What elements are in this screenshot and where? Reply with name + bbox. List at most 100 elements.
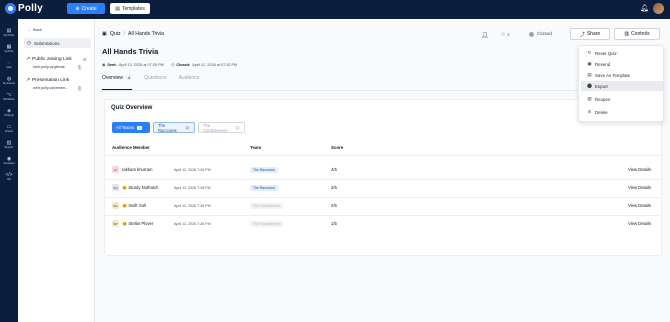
- quiz-icon: ▣: [102, 31, 107, 37]
- score-value: 1/5: [331, 221, 337, 226]
- plus-circle-icon: ⊕: [75, 5, 80, 12]
- menu-item-resend[interactable]: ▣ Resend: [581, 59, 663, 69]
- public-link-label: Public Joining Link: [32, 57, 72, 62]
- filter-the-raccoons[interactable]: The Raccoons 2: [153, 122, 195, 133]
- left-rail: ▤ My Pollys ▦ Quizzes ◌ Q&A ◍ My Events ⌥ Workflo…: [0, 19, 18, 322]
- bell-icon[interactable]: 🔔︎: [640, 4, 649, 12]
- avatar: SP: [112, 220, 119, 227]
- resend-icon: ▣: [587, 61, 592, 66]
- rail-item-reports[interactable]: ▥ Reports: [0, 140, 18, 149]
- gear-icon[interactable]: ⚙: [83, 57, 87, 62]
- card-title: Quiz Overview: [111, 105, 153, 111]
- view-details-link[interactable]: View Details: [628, 185, 651, 190]
- rail-item-label: Quizzes: [4, 50, 14, 53]
- responders-count-value: 3: [507, 32, 510, 37]
- users-icon: ⚇: [501, 32, 506, 37]
- share-label: Share: [586, 31, 601, 37]
- submissions-icon: ◷: [27, 40, 31, 45]
- menu-item-export[interactable]: ⬤ Export: [581, 81, 663, 91]
- rail-item-my-pollys[interactable]: ▤ My Pollys: [0, 28, 18, 37]
- rail-item-my-events[interactable]: ◍ My Events: [0, 76, 18, 85]
- reopen-icon: ▥: [587, 96, 592, 101]
- menu-item-save-as-template[interactable]: ▤ Save As Template: [581, 70, 663, 80]
- menu-item-label: Save As Template: [595, 72, 631, 78]
- submitted-date: April 12, 2026 7:26 PM: [174, 168, 211, 172]
- menu-item-label: Export: [595, 83, 608, 89]
- table-row: SN 🐱 Sturdy Nuthatch April 12, 2026 7:28 P…: [105, 179, 661, 197]
- presentation-link-label: Presentation Link: [32, 78, 70, 83]
- menu-item-label: Reset Quiz: [595, 50, 617, 56]
- templates-icon: ▤: [115, 5, 120, 12]
- controls-button[interactable]: ▥ Controls: [614, 28, 660, 40]
- member-name: 🐱 Stellar Plover: [122, 221, 154, 226]
- rail-item-quizzes[interactable]: ▦ Quizzes: [0, 44, 18, 53]
- view-details-link[interactable]: View Details: [628, 221, 651, 226]
- score-value: 2/5: [331, 203, 337, 208]
- column-header-member[interactable]: Audience Member: [112, 145, 150, 150]
- share-button[interactable]: ⤴ Share: [570, 28, 610, 40]
- back-link[interactable]: ← Back: [27, 27, 42, 32]
- presentation-link-url[interactable]: web.polly.ai/presen...: [33, 86, 68, 90]
- save-template-icon: ▤: [587, 72, 592, 77]
- polly-logo[interactable]: Polly: [5, 3, 43, 14]
- rail-item-folders[interactable]: ▭ Folders: [0, 124, 18, 133]
- create-label: Create: [81, 5, 97, 12]
- menu-item-reopen[interactable]: ▥ Reopen: [581, 94, 663, 104]
- sent-icon: ◉: [102, 63, 106, 67]
- table-row: Rrakham khurram April 12, 2026 7:26 PM The…: [105, 161, 661, 179]
- responders-count[interactable]: ⚇ 3: [501, 32, 510, 38]
- filter-all-teams[interactable]: All Teams 4: [112, 122, 150, 133]
- filter-count: 2: [185, 125, 190, 130]
- table-row: SP 🐱 Stellar Plover April 12, 2026 7:28 PM…: [105, 215, 661, 233]
- controls-icon: ▥: [624, 31, 630, 37]
- rail-item-workflows[interactable]: ⌥ Workflows: [0, 92, 18, 101]
- breadcrumb-root[interactable]: Quiz: [110, 31, 121, 37]
- controls-label: Controls: [631, 31, 650, 37]
- tab-audience[interactable]: Audience: [179, 75, 200, 87]
- rail-item-pulsings[interactable]: ◈ Pulsings: [0, 108, 18, 117]
- avatar: SN: [112, 184, 119, 191]
- tab-questions[interactable]: Questions: [144, 75, 167, 87]
- table-row: SG 🐱 Swift Gull April 12, 2026 7:28 PM The …: [105, 197, 661, 215]
- share-icon: ⤴: [579, 31, 585, 38]
- reset-icon: ↻: [587, 50, 592, 55]
- back-label: Back: [33, 27, 42, 32]
- external-link-icon: ↗: [26, 78, 31, 83]
- member-name: 🐱 Swift Gull: [122, 203, 147, 208]
- page-title: All Hands Trivia: [102, 47, 159, 56]
- status-badge: Closed: [529, 32, 552, 37]
- column-header-team[interactable]: Team: [250, 145, 261, 150]
- export-icon: ⬤: [587, 83, 593, 88]
- closed-label: Closed:: [176, 62, 191, 67]
- column-header-score[interactable]: Score: [331, 145, 343, 150]
- closed-meta: ◷ Closed: April 12, 2026 at 07:32 PM: [171, 62, 237, 68]
- copy-link-icon[interactable]: ⎘: [78, 65, 81, 70]
- team-badge: The Raccoons: [250, 185, 278, 191]
- rail-item-api[interactable]: </> API: [0, 172, 18, 181]
- user-avatar[interactable]: [653, 3, 664, 14]
- rail-item-templates[interactable]: ◉ Templates: [0, 156, 18, 165]
- avatar: SG: [112, 202, 119, 209]
- submissions-item[interactable]: ◷ Submissions: [24, 38, 91, 48]
- rail-item-label: API: [6, 178, 12, 181]
- tab-questions-label: Questions: [144, 75, 167, 81]
- rail-item-label: Q&A: [6, 66, 12, 69]
- view-details-link[interactable]: View Details: [628, 167, 651, 172]
- menu-item-reset-quiz[interactable]: ↻ Reset Quiz: [581, 48, 663, 58]
- submissions-label: Submissions: [33, 40, 60, 46]
- top-bar: Polly ⊕ Create ▤ Templates 🔔︎: [0, 0, 670, 19]
- tab-overview-label: Overview: [102, 75, 123, 81]
- view-details-link[interactable]: View Details: [628, 203, 651, 208]
- templates-button[interactable]: ▤ Templates: [110, 3, 150, 14]
- copy-link-icon[interactable]: ⎘: [78, 86, 81, 91]
- public-link-url[interactable]: web.polly.ai/gtkhak: [33, 65, 65, 69]
- create-button[interactable]: ⊕ Create: [67, 3, 105, 14]
- filter-label: The Condolences: [203, 122, 228, 133]
- rail-item-label: My Pollys: [3, 34, 15, 37]
- submitted-date: April 12, 2026 7:28 PM: [174, 204, 211, 208]
- menu-item-delete[interactable]: ⊘ Delete: [581, 107, 663, 117]
- rail-item-q-a[interactable]: ◌ Q&A: [0, 60, 18, 69]
- person-icon[interactable]: 👤︎: [481, 32, 489, 39]
- filter-the-condolences[interactable]: The Condolences 2: [198, 122, 245, 133]
- tab-overview[interactable]: Overview 4: [102, 75, 133, 90]
